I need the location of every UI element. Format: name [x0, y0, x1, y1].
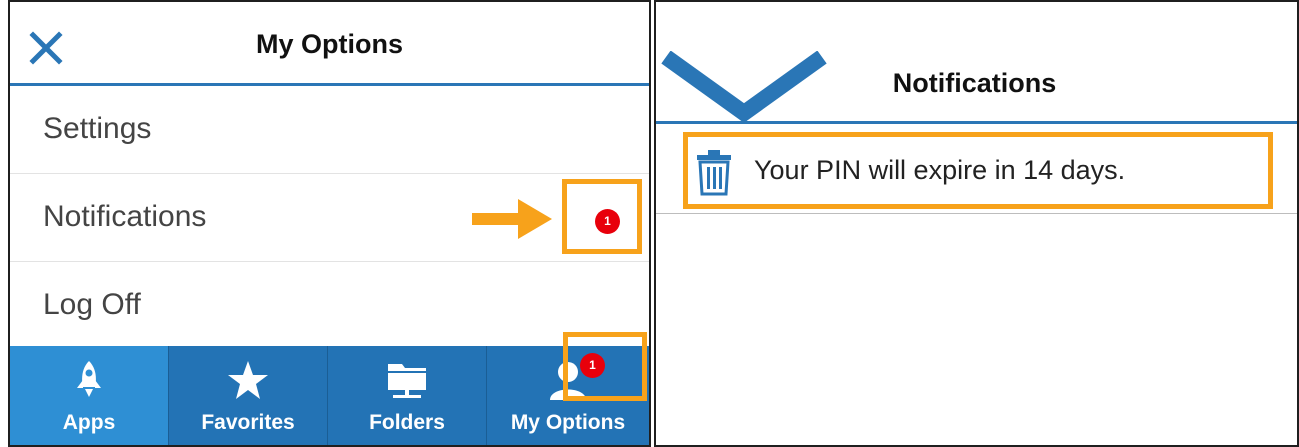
rocket-icon — [67, 358, 111, 402]
notification-text: Your PIN will expire in 14 days. — [754, 155, 1126, 185]
folder-icon — [385, 358, 429, 402]
menu-item-log-off[interactable]: Log Off — [10, 262, 649, 350]
highlight-box — [563, 332, 647, 401]
page-title-text: Notifications — [892, 68, 1057, 98]
menu-item-notifications[interactable]: Notifications 1 — [10, 174, 649, 262]
tab-folders[interactable]: Folders — [328, 346, 487, 445]
bottom-tab-bar: Apps Favorites Folders My Options — [10, 346, 649, 445]
tab-label: My Options — [510, 411, 626, 434]
tab-favorites[interactable]: Favorites — [169, 346, 328, 445]
arrow-right-icon — [472, 199, 552, 239]
notification-count-badge: 1 — [580, 353, 605, 378]
menu-item-label: Notifications — [43, 200, 207, 233]
notification-count-badge: 1 — [595, 209, 620, 234]
menu-item-settings[interactable]: Settings — [10, 86, 649, 174]
highlight-box: 1 — [562, 179, 642, 254]
tab-label: Favorites — [201, 411, 295, 434]
my-options-header: My Options — [10, 2, 649, 86]
tab-label: Apps — [62, 411, 116, 434]
page-title: My Options — [256, 29, 403, 59]
star-icon — [226, 358, 270, 402]
menu-item-label: Log Off — [43, 288, 141, 321]
notification-item: Your PIN will expire in 14 days. — [656, 124, 1297, 214]
my-options-panel: My Options Settings Notifications 1 Log … — [8, 0, 651, 447]
trash-icon[interactable] — [694, 148, 734, 196]
tab-label: Folders — [369, 411, 445, 434]
page-title: Notifications — [656, 68, 1297, 99]
menu-item-label: Settings — [43, 112, 152, 145]
tab-apps[interactable]: Apps — [10, 346, 169, 445]
notifications-panel: Notifications Your PIN will expire in 14… — [654, 0, 1299, 447]
